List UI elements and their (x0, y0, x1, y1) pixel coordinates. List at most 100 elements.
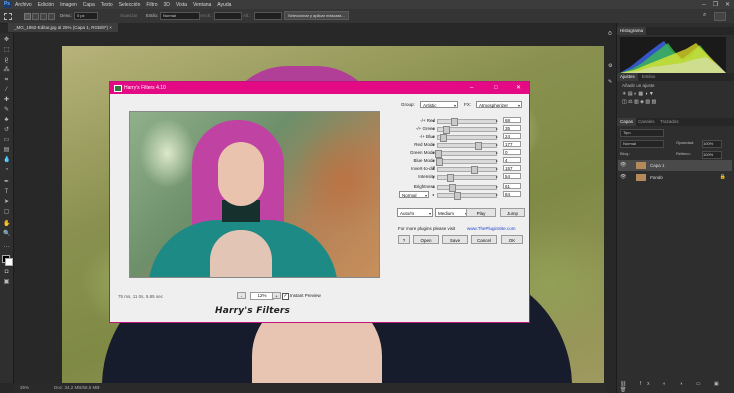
slider-row[interactable]: -/+ Green ◂ ▸ 35 (397, 125, 523, 134)
more-tools-icon[interactable]: … (3, 243, 10, 250)
menu-seleccion[interactable]: Selección (119, 2, 141, 8)
minimize-icon[interactable]: – (702, 2, 705, 8)
slider-left-arrow-icon[interactable]: ◂ (432, 125, 434, 132)
slider-row[interactable]: Intensity ◂ ▸ 54 (397, 173, 523, 182)
tab-ajustes[interactable]: Ajustes (617, 73, 638, 81)
tab-canales[interactable]: Canales (635, 118, 658, 126)
slider-track[interactable] (437, 134, 497, 142)
lasso-tool-icon[interactable]: ϱ (3, 57, 10, 64)
quick-select-tool-icon[interactable]: ⁂ (3, 67, 10, 74)
menu-texto[interactable]: Texto (101, 2, 113, 8)
menu-imagen[interactable]: Imagen (60, 2, 77, 8)
slider-right-arrow-icon[interactable]: ▸ (496, 125, 498, 132)
slider-left-arrow-icon[interactable]: ◂ (432, 173, 434, 180)
adjustment-icons[interactable]: ☀ ▤ ◐ ▦ ◑ ▼ ◫ ⚖ ▥ ◈ ▧ ▨ (622, 91, 722, 109)
slider-track[interactable] (437, 118, 497, 126)
visibility-eye-icon[interactable]: 👁 (620, 160, 626, 171)
help-button[interactable]: ? (398, 235, 410, 244)
slider-right-arrow-icon[interactable]: ▸ (496, 183, 498, 190)
marquee-tool-icon[interactable]: ⬚ (3, 47, 10, 54)
healing-tool-icon[interactable]: ✚ (3, 97, 10, 104)
dodge-tool-icon[interactable]: ◔ (3, 167, 10, 174)
slider-track[interactable] (436, 158, 497, 166)
slider-row[interactable]: -/+ Blue ◂ ▸ 24 (397, 133, 523, 142)
blur-tool-icon[interactable]: 💧 (3, 157, 10, 164)
slider-track[interactable] (437, 174, 497, 182)
gradient-tool-icon[interactable]: ▤ (3, 147, 10, 154)
slider-row[interactable]: Invert-to-diff ◂ ▸ 157 (397, 165, 523, 174)
layer-actions-bar[interactable]: ⛓ fx ◐ ◑ ▭ ▣ 🗑 (620, 381, 730, 393)
slider-value[interactable]: 4 (503, 157, 521, 163)
layer-row[interactable]: 👁 Fondo 🔒 (618, 172, 732, 183)
smooth-checkbox[interactable]: Suavizar (120, 13, 138, 19)
filter-preview-image[interactable] (129, 111, 380, 278)
slider-row[interactable]: -/+ Red ◂ ▸ 68 (397, 117, 523, 126)
slider-left-arrow-icon[interactable]: ◂ (432, 157, 434, 164)
slider-row[interactable]: Brightness ◂ ▸ 61 (397, 183, 523, 192)
eraser-tool-icon[interactable]: ▭ (3, 137, 10, 144)
path-select-tool-icon[interactable]: ➤ (3, 199, 10, 206)
slider-value[interactable]: 54 (503, 173, 521, 179)
type-tool-icon[interactable]: T (3, 189, 10, 196)
slider-left-arrow-icon[interactable]: ◂ (432, 141, 434, 148)
plugin-site-link[interactable]: www.ThePluginSite.com (467, 225, 516, 232)
slider-right-arrow-icon[interactable]: ▸ (496, 117, 498, 124)
selection-mode-icons[interactable] (24, 13, 55, 20)
slider-track[interactable] (435, 150, 497, 158)
zoom-field[interactable]: 12% (250, 292, 274, 300)
close-icon[interactable]: ✕ (516, 82, 521, 94)
slider-left-arrow-icon[interactable]: ◂ (432, 165, 434, 172)
zoom-out-button[interactable]: - (237, 292, 246, 299)
group-select[interactable]: Artistic ▾ (420, 101, 458, 108)
slider-left-arrow-icon[interactable]: ◂ (432, 149, 434, 156)
quick-mask-icon[interactable]: ◘ (3, 269, 10, 276)
marquee-tool-icon[interactable] (4, 13, 12, 20)
zoom-tool-icon[interactable]: 🔍 (3, 231, 10, 238)
width-input[interactable] (214, 12, 242, 20)
zoom-level[interactable]: 25% (20, 383, 29, 393)
slider-track[interactable] (437, 126, 497, 134)
slider-track[interactable] (437, 184, 497, 192)
slider-right-arrow-icon[interactable]: ▸ (496, 133, 498, 140)
select-and-mask-button[interactable]: Seleccionar y aplicar máscara... (284, 11, 349, 20)
slider-left-arrow-icon[interactable]: ◂ (432, 117, 434, 124)
dialog-title-bar[interactable]: Harry's Filters 4.10 – □ ✕ (110, 82, 529, 94)
menu-ayuda[interactable]: Ayuda (217, 2, 231, 8)
menu-capa[interactable]: Capa (83, 2, 95, 8)
auto-select[interactable]: Auto/rs ▾ (397, 208, 433, 217)
cancel-button[interactable]: Cancel (471, 235, 497, 244)
blend-mode-select[interactable]: Normal (620, 140, 664, 148)
slider-right-arrow-icon[interactable]: ▸ (496, 173, 498, 180)
tab-histogram[interactable]: Histograma (617, 27, 647, 35)
properties-panel-icon[interactable]: ⚙ (608, 63, 612, 69)
slider-right-arrow-icon[interactable]: ▸ (496, 157, 498, 164)
menu-vista[interactable]: Vista (176, 2, 187, 8)
slider-track[interactable] (437, 166, 497, 174)
document-tab[interactable]: _MG_1982-Editar.jpg al 25% (Capa 1, RGB/… (8, 23, 118, 32)
restore-icon[interactable]: ❐ (713, 1, 718, 8)
slider-thumb[interactable] (448, 184, 456, 192)
fill-input[interactable]: 100% (702, 151, 722, 159)
search-icon[interactable]: ⌕ (703, 12, 710, 19)
slider-right-arrow-icon[interactable]: ▸ (496, 165, 498, 172)
slider-thumb[interactable] (454, 192, 462, 200)
slider-value[interactable]: 35 (503, 125, 521, 131)
slider-value[interactable]: 157 (503, 165, 521, 171)
workspace-icon[interactable] (714, 12, 726, 21)
zoom-in-button[interactable]: + (272, 292, 281, 299)
menu-filtro[interactable]: Filtro (146, 2, 157, 8)
minimize-icon[interactable]: – (470, 82, 473, 94)
layer-row[interactable]: 👁 Capa 1 (618, 160, 732, 171)
visibility-eye-icon[interactable]: 👁 (620, 172, 626, 183)
shape-tool-icon[interactable]: ▢ (3, 209, 10, 216)
slider-value[interactable]: 177 (503, 141, 521, 147)
slider-right-arrow-icon[interactable]: ▸ (496, 149, 498, 156)
height-input[interactable] (254, 12, 282, 20)
pen-tool-icon[interactable]: ✒ (3, 179, 10, 186)
maximize-icon[interactable]: □ (494, 82, 498, 94)
slider-row[interactable]: Blue Mode ◂ ▸ 4 (397, 157, 523, 166)
slider-value[interactable]: 61 (503, 183, 521, 189)
menu-archivo[interactable]: Archivo (15, 2, 32, 8)
background-color-swatch[interactable] (5, 258, 13, 266)
stamp-tool-icon[interactable]: ♣ (3, 117, 10, 124)
